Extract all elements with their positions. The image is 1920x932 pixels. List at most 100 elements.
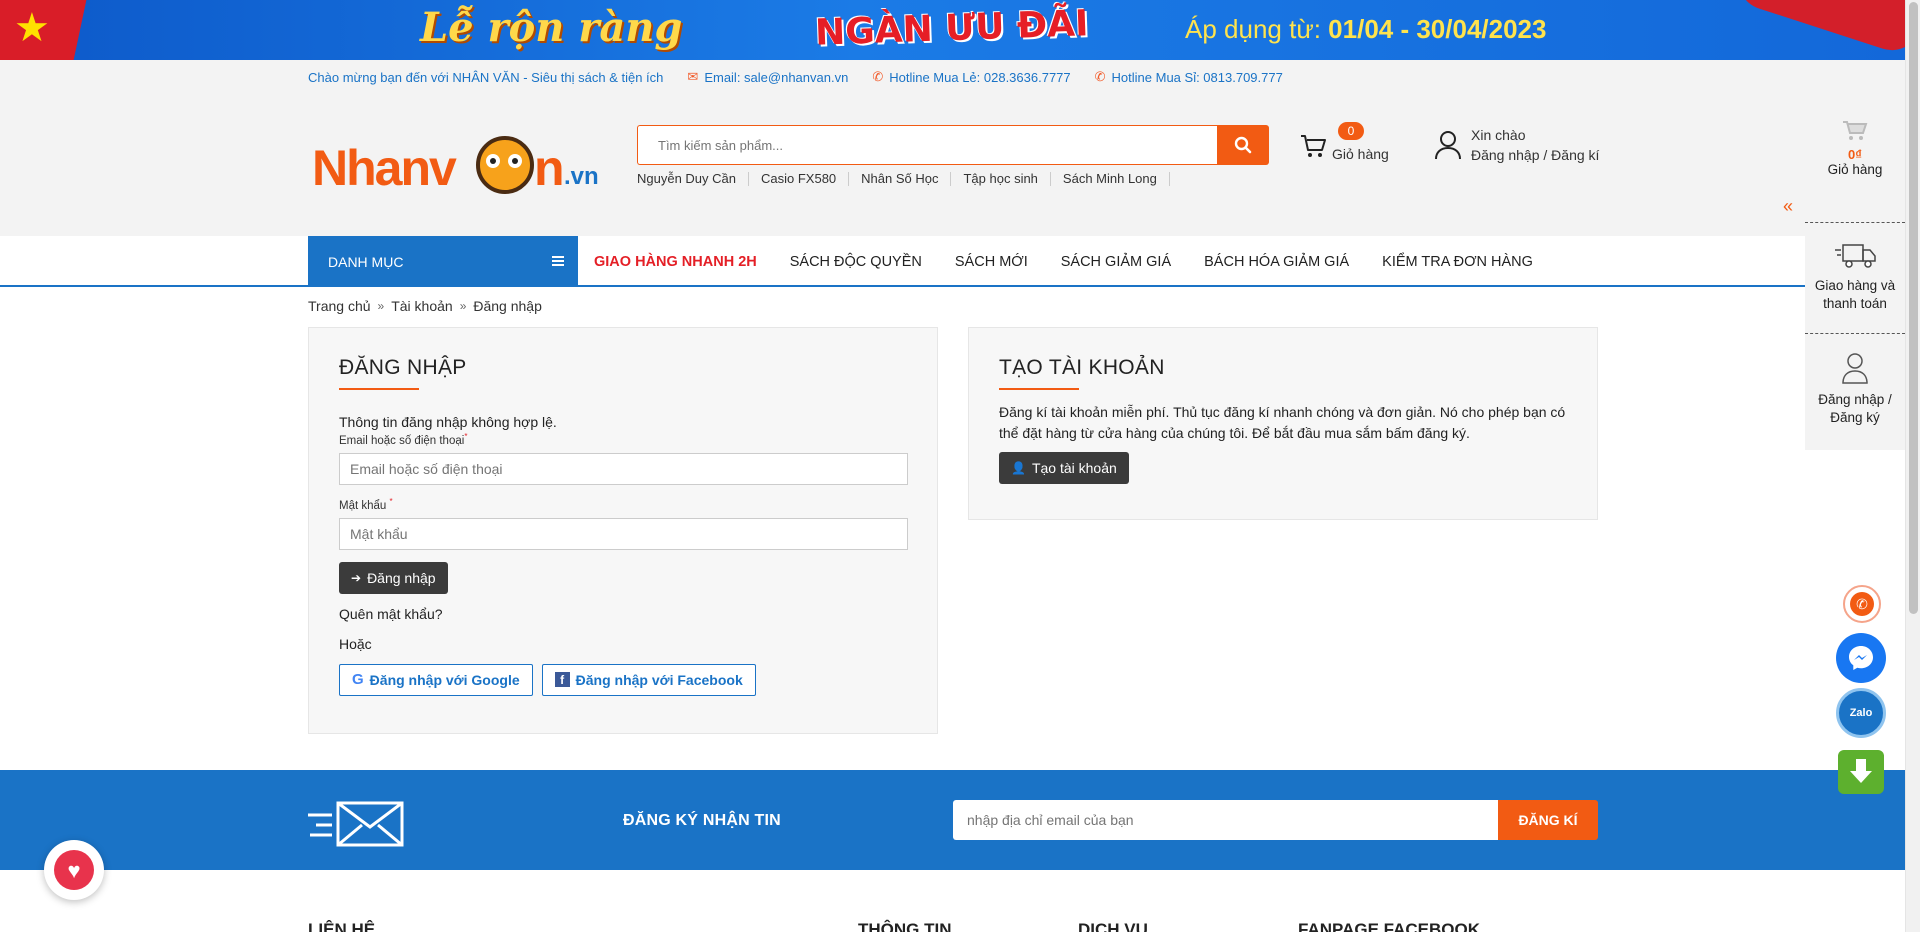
email-label-text: Email hoặc số điện thoại — [339, 434, 465, 447]
sidebar-cart-amount: 0₫ — [1848, 147, 1862, 162]
phone-icon: ✆ — [1850, 592, 1874, 616]
breadcrumb: Trang chủ » Tài khoản » Đăng nhập — [308, 298, 542, 314]
hamburger-icon — [552, 256, 564, 266]
cart-icon — [1301, 135, 1326, 157]
nav-link-order-check[interactable]: KIỂM TRA ĐƠN HÀNG — [1382, 254, 1550, 270]
create-account-label: Tạo tài khoản — [1031, 460, 1117, 476]
site-logo[interactable]: Nhanv n .vn — [312, 128, 602, 198]
sidebar-divider — [1805, 222, 1905, 223]
logo-suffix: .vn — [564, 163, 599, 190]
social-login: G Đăng nhập với Google f Đăng nhập với Fac… — [339, 663, 907, 696]
sidebar-login[interactable]: Đăng nhập / Đăng ký — [1805, 352, 1905, 427]
scrollbar-thumb[interactable] — [1909, 2, 1918, 614]
envelope-icon: ✉ — [687, 69, 699, 84]
messenger-button[interactable] — [1836, 633, 1886, 683]
forgot-password-link[interactable]: Quên mật khẩu? — [339, 606, 907, 622]
zalo-icon: Zalo — [1849, 707, 1873, 719]
email-label: Email: sale@nhanvan.vn — [704, 69, 849, 85]
title-underline — [999, 388, 1079, 390]
messenger-icon — [1849, 646, 1873, 670]
envelope-icon — [308, 801, 404, 847]
sidebar-shipping-label: Giao hàng và thanh toán — [1814, 278, 1896, 311]
banner-title-mid: NGÀN ƯU ĐÃI — [814, 3, 1090, 54]
newsletter-subscribe-button[interactable]: ĐĂNG KÍ — [1498, 800, 1598, 840]
search-button[interactable] — [1217, 125, 1269, 165]
search-keywords: Nguyễn Duy Cần Casio FX580 Nhân Số Học T… — [637, 172, 1182, 186]
hotline-wholesale[interactable]: ✆ Hotline Mua Sỉ: 0813.709.777 — [1095, 69, 1283, 85]
password-field-label: Mật khẩu * — [339, 497, 907, 512]
footer: LIÊN HỆ THÔNG TIN DỊCH VỤ FANPAGE FACEBO… — [0, 870, 1905, 932]
footer-heading-services: DỊCH VỤ — [1078, 920, 1148, 932]
chevron-right-icon: » — [377, 299, 385, 313]
account-login-link[interactable]: Đăng nhập / Đăng kí — [1471, 146, 1599, 164]
banner-title-left: Lễ rộn ràng — [420, 4, 683, 51]
keyword-link[interactable]: Casio FX580 — [761, 172, 850, 186]
logo-text-1: Nhanv — [312, 140, 457, 196]
hotline-retail[interactable]: ✆ Hotline Mua Lẻ: 028.3636.7777 — [872, 69, 1070, 85]
nav-link-discount-grocery[interactable]: BÁCH HÓA GIẢM GIÁ — [1204, 254, 1366, 270]
login-button[interactable]: ➔ Đăng nhập — [339, 561, 448, 594]
newsletter-email-input[interactable] — [953, 800, 1498, 840]
star-icon: ★ — [14, 6, 50, 50]
nav-link-exclusive-books[interactable]: SÁCH ĐỘC QUYỀN — [790, 254, 939, 270]
keyword-link[interactable]: Tập học sinh — [963, 172, 1051, 186]
keyword-link[interactable]: Nguyễn Duy Cần — [637, 172, 749, 186]
create-account-button[interactable]: 👤 Tạo tài khoản — [999, 452, 1129, 484]
required-marker: * — [389, 496, 393, 506]
search-icon — [1234, 136, 1252, 154]
search-input[interactable] — [637, 125, 1217, 165]
email-field[interactable] — [339, 452, 908, 485]
required-marker: * — [464, 432, 468, 441]
sidebar-login-label: Đăng nhập / Đăng ký — [1818, 392, 1892, 425]
user-plus-icon: 👤 — [1011, 461, 1026, 475]
nav-link-discount-books[interactable]: SÁCH GIẢM GIÁ — [1061, 254, 1188, 270]
phone-call-button[interactable]: ✆ — [1843, 585, 1881, 623]
zalo-button[interactable]: Zalo — [1836, 688, 1886, 738]
footer-heading-fanpage: FANPAGE FACEBOOK — [1298, 920, 1480, 932]
facebook-login-button[interactable]: f Đăng nhập với Facebook — [541, 663, 756, 696]
account-greeting: Xin chào — [1471, 127, 1526, 143]
phone-icon: ✆ — [1094, 69, 1106, 84]
login-button-label: Đăng nhập — [367, 569, 436, 586]
nav-link-fast-delivery[interactable]: GIAO HÀNG NHANH 2H — [594, 254, 774, 270]
newsletter-section: ĐĂNG KÝ NHẬN TIN ĐĂNG KÍ — [0, 770, 1905, 870]
keyword-link[interactable]: Nhân Số Học — [861, 172, 952, 186]
banner-date-prefix: Áp dụng từ: — [1185, 14, 1329, 44]
wishlist-button[interactable]: ♥ — [44, 840, 104, 900]
keyword-link[interactable]: Sách Minh Long — [1063, 172, 1170, 186]
welcome-text: Chào mừng bạn đến với NHÂN VĂN - Siêu th… — [308, 70, 663, 85]
breadcrumb-current: Đăng nhập — [473, 298, 542, 314]
chevron-right-icon: » — [459, 299, 467, 313]
register-panel: TẠO TÀI KHOẢN Đăng kí tài khoản miễn phí… — [968, 327, 1598, 520]
ribbon-decoration — [1730, 0, 1905, 58]
title-underline — [339, 388, 419, 390]
topbar: Chào mừng bạn đến với NHÂN VĂN - Siêu th… — [0, 60, 1905, 94]
or-label: Hoặc — [339, 635, 372, 652]
register-title: TẠO TÀI KHOẢN — [999, 356, 1165, 379]
hotline-wholesale-label: Hotline Mua Sỉ: 0813.709.777 — [1111, 69, 1283, 85]
register-description: Đăng kí tài khoản miễn phí. Thủ tục đăng… — [999, 404, 1566, 441]
breadcrumb-home[interactable]: Trang chủ — [308, 298, 371, 314]
password-label-text: Mật khẩu — [339, 499, 387, 512]
logo-text-2: n — [534, 140, 565, 196]
nav-link-new-books[interactable]: SÁCH MỚI — [955, 254, 1045, 270]
sidebar-divider — [1805, 333, 1905, 334]
header — [0, 94, 1905, 236]
download-app-button[interactable] — [1838, 750, 1884, 794]
header-cart[interactable]: 0 Giỏ hàng — [1300, 122, 1410, 166]
promo-banner[interactable]: ★ Lễ rộn ràng NGÀN ƯU ĐÃI Áp dụng từ: 01… — [0, 0, 1905, 60]
google-login-button[interactable]: G Đăng nhập với Google — [339, 663, 533, 696]
page-scrollbar[interactable] — [1905, 0, 1920, 932]
password-field[interactable] — [339, 517, 908, 550]
category-menu-button[interactable]: DANH MỤC — [308, 236, 578, 287]
sidebar-shipping[interactable]: Giao hàng và thanh toán — [1805, 242, 1905, 313]
cart-icon — [1843, 121, 1868, 140]
cart-label: Giỏ hàng — [1332, 146, 1389, 162]
header-account[interactable]: Xin chào Đăng nhập / Đăng kí — [1434, 126, 1604, 170]
breadcrumb-account[interactable]: Tài khoản — [391, 298, 452, 314]
user-icon — [1842, 353, 1868, 384]
email-link[interactable]: ✉ Email: sale@nhanvan.vn — [687, 69, 848, 85]
sidebar-cart[interactable]: 0₫ Giỏ hàng — [1805, 120, 1905, 177]
login-error-message: Thông tin đăng nhập không hợp lệ. — [339, 414, 557, 430]
sidebar-collapse-button[interactable]: « — [1771, 185, 1805, 227]
